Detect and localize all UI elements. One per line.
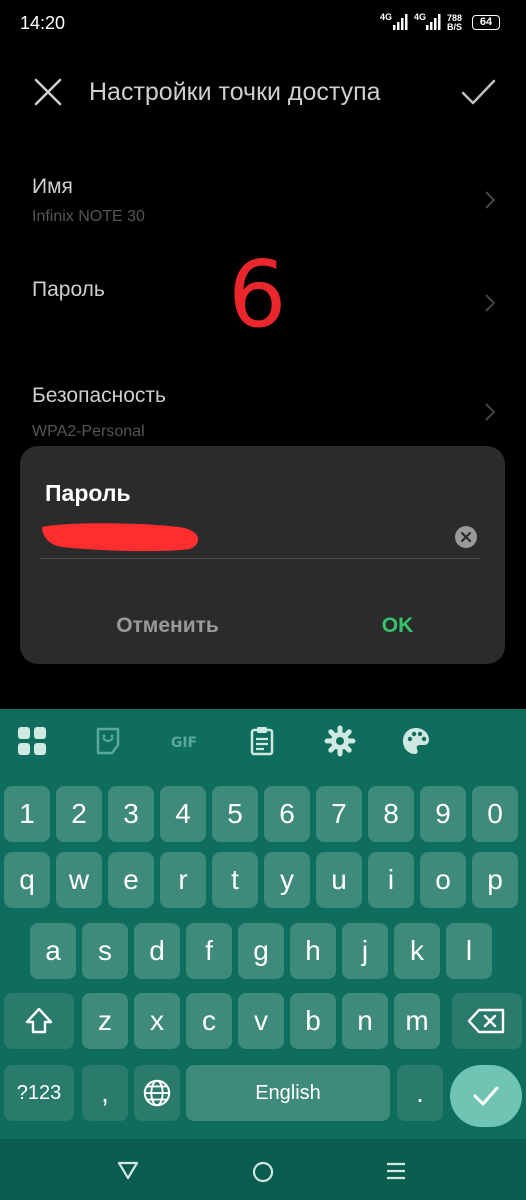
gif-icon[interactable]: GIF (168, 725, 200, 757)
gear-icon[interactable] (324, 725, 356, 757)
key-8[interactable]: 8 (368, 786, 414, 842)
key-i[interactable]: i (368, 852, 414, 908)
symbols-key[interactable]: ?123 (4, 1065, 74, 1121)
settings-row-label: Пароль (32, 278, 105, 301)
key-d[interactable]: d (134, 923, 180, 979)
key-p[interactable]: p (472, 852, 518, 908)
settings-row-value: WPA2-Personal (32, 423, 145, 440)
palette-icon[interactable] (400, 725, 432, 757)
key-e[interactable]: e (108, 852, 154, 908)
backspace-icon (467, 1008, 505, 1034)
key-2[interactable]: 2 (56, 786, 102, 842)
svg-text:GIF: GIF (171, 735, 197, 751)
key-m[interactable]: m (394, 993, 440, 1049)
password-dialog: Пароль Отменить OK (20, 446, 505, 664)
key-6[interactable]: 6 (264, 786, 310, 842)
sticker-icon[interactable] (92, 725, 124, 757)
key-7[interactable]: 7 (316, 786, 362, 842)
key-1[interactable]: 1 (4, 786, 50, 842)
shift-icon (25, 1007, 53, 1034)
navigation-bar (0, 1139, 526, 1200)
grid-icon[interactable] (16, 725, 48, 757)
signal-icon-2 (426, 14, 441, 30)
key-f[interactable]: f (186, 923, 232, 979)
chevron-right-icon (485, 294, 496, 312)
redaction-mark (42, 523, 199, 552)
settings-row-label: Имя (32, 175, 73, 198)
enter-key[interactable] (450, 1065, 522, 1127)
network-speed: 788 B/S (447, 14, 462, 32)
status-bar: 14:20 4G 4G 788 B/S 64 (0, 0, 526, 48)
backspace-key[interactable] (452, 993, 522, 1049)
settings-row-name[interactable]: Имя Infinix NOTE 30 (0, 160, 526, 240)
key-u[interactable]: u (316, 852, 362, 908)
chevron-right-icon (485, 403, 496, 421)
check-icon (473, 1086, 499, 1106)
key-a[interactable]: a (30, 923, 76, 979)
comma-key[interactable]: , (82, 1065, 128, 1121)
key-x[interactable]: x (134, 993, 180, 1049)
key-c[interactable]: c (186, 993, 232, 1049)
key-5[interactable]: 5 (212, 786, 258, 842)
key-n[interactable]: n (342, 993, 388, 1049)
globe-icon (143, 1079, 171, 1107)
key-j[interactable]: j (342, 923, 388, 979)
key-y[interactable]: y (264, 852, 310, 908)
network-speed-unit: B/S (447, 22, 463, 32)
dialog-title: Пароль (45, 480, 131, 506)
key-k[interactable]: k (394, 923, 440, 979)
back-triangle-icon[interactable] (116, 1159, 140, 1181)
cancel-button[interactable]: Отменить (80, 614, 255, 644)
annotation-step-number: 6 (228, 241, 287, 348)
key-4[interactable]: 4 (160, 786, 206, 842)
key-w[interactable]: w (56, 852, 102, 908)
key-z[interactable]: z (82, 993, 128, 1049)
home-circle-icon[interactable] (251, 1160, 275, 1184)
language-key[interactable] (134, 1065, 180, 1121)
key-0[interactable]: 0 (472, 786, 518, 842)
settings-row-security[interactable]: Безопасность WPA2-Personal (0, 370, 526, 450)
check-icon[interactable] (458, 72, 498, 112)
close-icon (460, 531, 472, 543)
space-bar[interactable]: English (186, 1065, 390, 1121)
key-g[interactable]: g (238, 923, 284, 979)
battery-indicator: 64 (472, 15, 500, 30)
shift-key[interactable] (4, 993, 74, 1049)
key-b[interactable]: b (290, 993, 336, 1049)
key-3[interactable]: 3 (108, 786, 154, 842)
settings-row-label: Безопасность (32, 384, 166, 407)
keyboard: GIF 1 2 3 4 5 6 7 8 9 0 q w e r t y u i … (0, 709, 526, 1139)
clipboard-icon[interactable] (246, 725, 278, 757)
key-l[interactable]: l (446, 923, 492, 979)
settings-row-value: Infinix NOTE 30 (32, 208, 145, 225)
key-9[interactable]: 9 (420, 786, 466, 842)
key-r[interactable]: r (160, 852, 206, 908)
chevron-right-icon (485, 191, 496, 209)
ok-button[interactable]: OK (310, 614, 485, 644)
recents-menu-icon[interactable] (384, 1160, 408, 1182)
key-t[interactable]: t (212, 852, 258, 908)
signal-icon (393, 14, 408, 30)
key-s[interactable]: s (82, 923, 128, 979)
key-q[interactable]: q (4, 852, 50, 908)
clock: 14:20 (20, 13, 66, 33)
network-type-1: 4G (380, 12, 393, 22)
key-v[interactable]: v (238, 993, 284, 1049)
clear-text-button[interactable] (455, 526, 477, 548)
page-title: Настройки точки доступа (89, 78, 381, 106)
key-o[interactable]: o (420, 852, 466, 908)
close-icon[interactable] (28, 72, 68, 112)
key-h[interactable]: h (290, 923, 336, 979)
period-key[interactable]: . (397, 1065, 443, 1121)
